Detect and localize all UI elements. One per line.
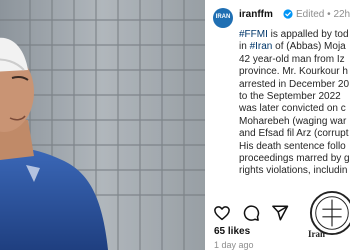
post-date: 1 day ago	[214, 240, 254, 250]
avatar[interactable]: IRAN	[213, 8, 233, 28]
meta-separator: •	[327, 9, 331, 20]
watermark-text: Iran	[308, 229, 326, 239]
caption-line: was later convicted on c	[239, 103, 346, 115]
likes-count[interactable]: 65 likes	[214, 226, 250, 237]
post-details-panel: IRAN iranffm Edited • 22h #FFMI is appal…	[205, 0, 350, 250]
caption-line: rights violations, includin	[239, 165, 348, 177]
comment-icon[interactable]	[242, 204, 260, 222]
caption-text: in	[239, 41, 250, 53]
hashtag-link[interactable]: #FFMI	[239, 29, 268, 40]
heart-icon[interactable]	[213, 204, 231, 222]
verified-badge-icon	[283, 9, 293, 19]
caption-line: province. Mr. Kourkour h	[239, 66, 348, 78]
caption-line: 42 year-old man from Iz	[239, 53, 345, 65]
username-link[interactable]: iranffm	[239, 9, 273, 20]
post-photo-illustration	[0, 0, 205, 250]
post-caption: #FFMI is appalled by tod in #Iran of (Ab…	[239, 29, 350, 178]
caption-line: His death sentence follo	[239, 140, 346, 152]
avatar-text: IRAN	[215, 14, 231, 20]
post-time[interactable]: 22h	[333, 9, 350, 20]
caption-line: and Efsad fil Arz (corrupt	[239, 128, 349, 140]
caption-text: of (Abbas) Moja	[272, 41, 346, 53]
post-image[interactable]	[0, 0, 205, 250]
caption-line: Moharebeh (waging war	[239, 115, 347, 127]
caption-line: to the September 2022	[239, 91, 341, 103]
caption-line: proceedings marred by g	[239, 153, 350, 165]
edited-label: Edited	[296, 9, 325, 20]
hashtag-link[interactable]: #Iran	[250, 41, 273, 52]
caption-text: is appalled by tod	[267, 29, 349, 40]
post-meta: Edited • 22h	[296, 9, 350, 20]
caption-line: in #Iran of (Abbas) Moja	[239, 41, 350, 53]
caption-line: arrested in December 20	[239, 78, 350, 90]
caption-line: #FFMI is appalled by tod	[239, 29, 350, 41]
share-icon[interactable]	[271, 204, 289, 222]
